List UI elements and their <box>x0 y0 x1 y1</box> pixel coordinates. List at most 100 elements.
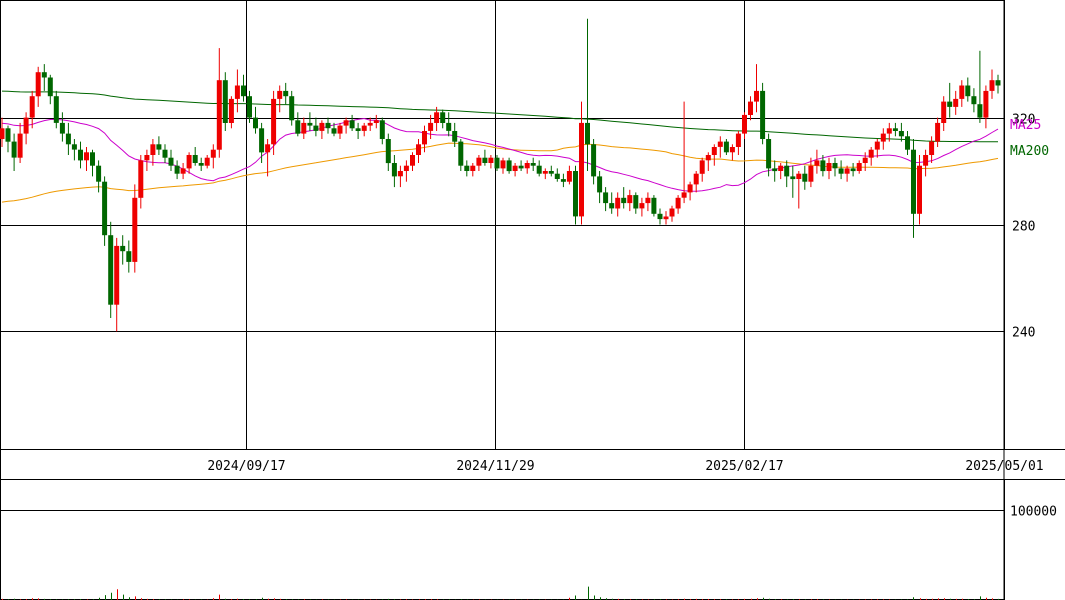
candle-body <box>277 90 283 99</box>
candle-body <box>494 157 500 169</box>
candle-body <box>313 125 319 131</box>
candle-body <box>331 128 337 134</box>
price-tick-label: 280 <box>1012 220 1035 235</box>
candle-body <box>476 157 482 166</box>
candle-body <box>138 160 144 198</box>
candle-body <box>355 128 361 131</box>
candle-body <box>615 197 621 209</box>
candle-body <box>283 90 289 97</box>
candle-body <box>458 141 464 166</box>
candle-body <box>17 133 23 158</box>
candle-body <box>403 165 409 171</box>
plot-frame <box>0 0 1005 600</box>
candle-body <box>850 168 856 172</box>
candle-body <box>989 80 995 91</box>
candle-body <box>343 120 349 126</box>
candle-body <box>796 173 802 179</box>
candle-body <box>729 147 735 153</box>
axis-labels: 2402803202024/09/17 2024/11/29 2025/02/17 2… <box>207 113 1057 520</box>
candle-body <box>742 114 747 134</box>
candle-body <box>536 165 542 174</box>
candle-body <box>723 141 729 153</box>
candle-body <box>995 80 1001 86</box>
candle-body <box>808 165 814 182</box>
candle-body <box>735 133 741 147</box>
candle-body <box>965 85 971 97</box>
candle-body <box>754 90 759 102</box>
chart-svg: 2402803202024/09/17 2024/11/29 2025/02/17 2… <box>0 0 1065 600</box>
candle-body <box>560 179 566 182</box>
ma-label: MA200 <box>1010 144 1049 159</box>
candle-body <box>548 171 554 174</box>
candle-body <box>295 120 301 134</box>
candle-body <box>591 144 597 177</box>
candle-body <box>65 133 71 145</box>
candle-body <box>639 203 645 209</box>
candle-body <box>440 112 446 123</box>
candle-body <box>120 245 126 252</box>
candle-body <box>410 155 415 166</box>
candle-body <box>228 98 234 123</box>
candle-body <box>156 144 162 150</box>
date-tick-label: 2024/11/29 <box>456 459 534 474</box>
candle-body <box>102 181 108 236</box>
candle-body <box>917 165 922 214</box>
date-tick-label: 2025/05/01 <box>965 459 1043 474</box>
candle-body <box>108 235 114 305</box>
candle-body <box>391 163 397 177</box>
candle-body <box>790 176 796 180</box>
candle-body <box>645 197 651 204</box>
candle-body <box>174 165 180 174</box>
stock-chart: 240 280 320 2024/09/17 2024/11/29 2025/02/17 2… <box>0 0 1065 600</box>
candle-body <box>307 122 313 126</box>
volume-tick-label: 100000 <box>1010 505 1057 520</box>
candle-body <box>651 197 657 214</box>
candle-body <box>379 120 385 139</box>
candle-body <box>168 157 174 166</box>
candle-body <box>856 163 862 171</box>
candle-body <box>488 157 494 163</box>
candle-body <box>603 192 609 204</box>
candle-body <box>265 144 271 153</box>
candle-body <box>150 144 156 155</box>
candle-body <box>699 160 705 174</box>
candle-body <box>416 144 421 155</box>
candle-body <box>271 98 277 145</box>
volume-bars <box>2 586 999 600</box>
candle-body <box>905 136 910 150</box>
candle-body <box>500 160 506 169</box>
candle-body <box>923 155 929 166</box>
candle-body <box>566 171 572 182</box>
candle-body <box>186 155 192 169</box>
candle-body <box>180 168 186 174</box>
candle-body <box>373 120 379 123</box>
candle-body <box>585 122 590 145</box>
candle-body <box>512 165 518 171</box>
candle-body <box>114 245 120 305</box>
candle-body <box>5 128 11 142</box>
candle-body <box>838 168 844 174</box>
candle-body <box>778 165 784 171</box>
candle-body <box>126 251 132 262</box>
candle-body <box>687 184 693 193</box>
candle-body <box>337 125 343 134</box>
candle-body <box>693 173 699 185</box>
candle-body <box>482 157 488 163</box>
candle-body <box>844 168 850 174</box>
candle-body <box>162 149 168 158</box>
candle-body <box>573 171 578 217</box>
candle-body <box>862 157 868 163</box>
candle-body <box>132 197 138 262</box>
candle-body <box>929 141 935 155</box>
candle-body <box>681 192 687 198</box>
candle-body <box>868 149 874 158</box>
candle-body <box>772 168 778 172</box>
candle-body <box>144 155 150 161</box>
candle-body <box>621 197 627 204</box>
candle-body <box>953 98 959 107</box>
candle-body <box>977 104 983 118</box>
candle-body <box>814 160 820 166</box>
candles <box>0 18 1001 332</box>
date-tick-label: 2025/02/17 <box>705 459 783 474</box>
candle-body <box>874 141 880 150</box>
